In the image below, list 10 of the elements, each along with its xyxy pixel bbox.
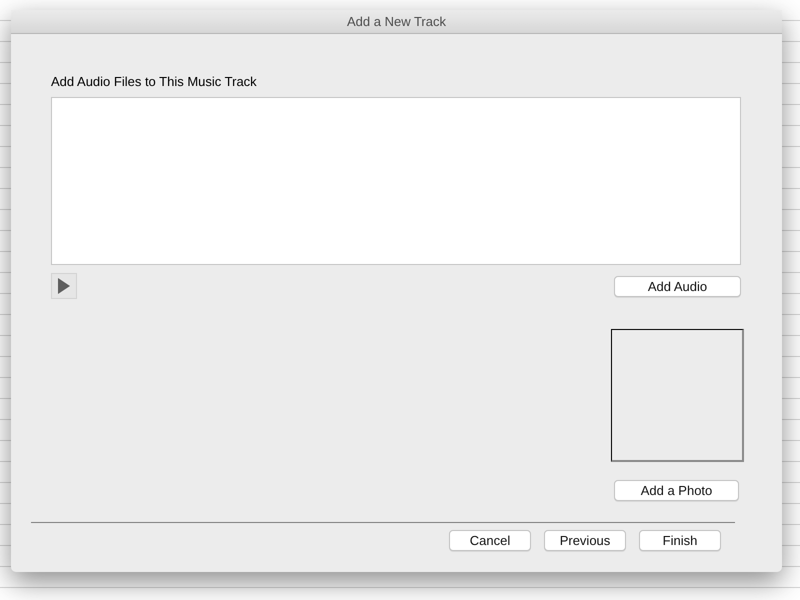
dialog-button[interactable]: Previous	[544, 530, 626, 551]
dialog-button[interactable]: Cancel	[449, 530, 531, 551]
dialog-button[interactable]: Finish	[639, 530, 721, 551]
add-audio-button[interactable]: Add Audio	[614, 276, 741, 297]
window-title: Add a New Track	[347, 14, 446, 29]
play-button[interactable]	[51, 273, 77, 299]
section-label: Add Audio Files to This Music Track	[51, 74, 258, 89]
play-icon	[58, 278, 70, 294]
add-photo-button[interactable]: Add a Photo	[614, 480, 739, 501]
photo-well[interactable]	[611, 329, 744, 462]
